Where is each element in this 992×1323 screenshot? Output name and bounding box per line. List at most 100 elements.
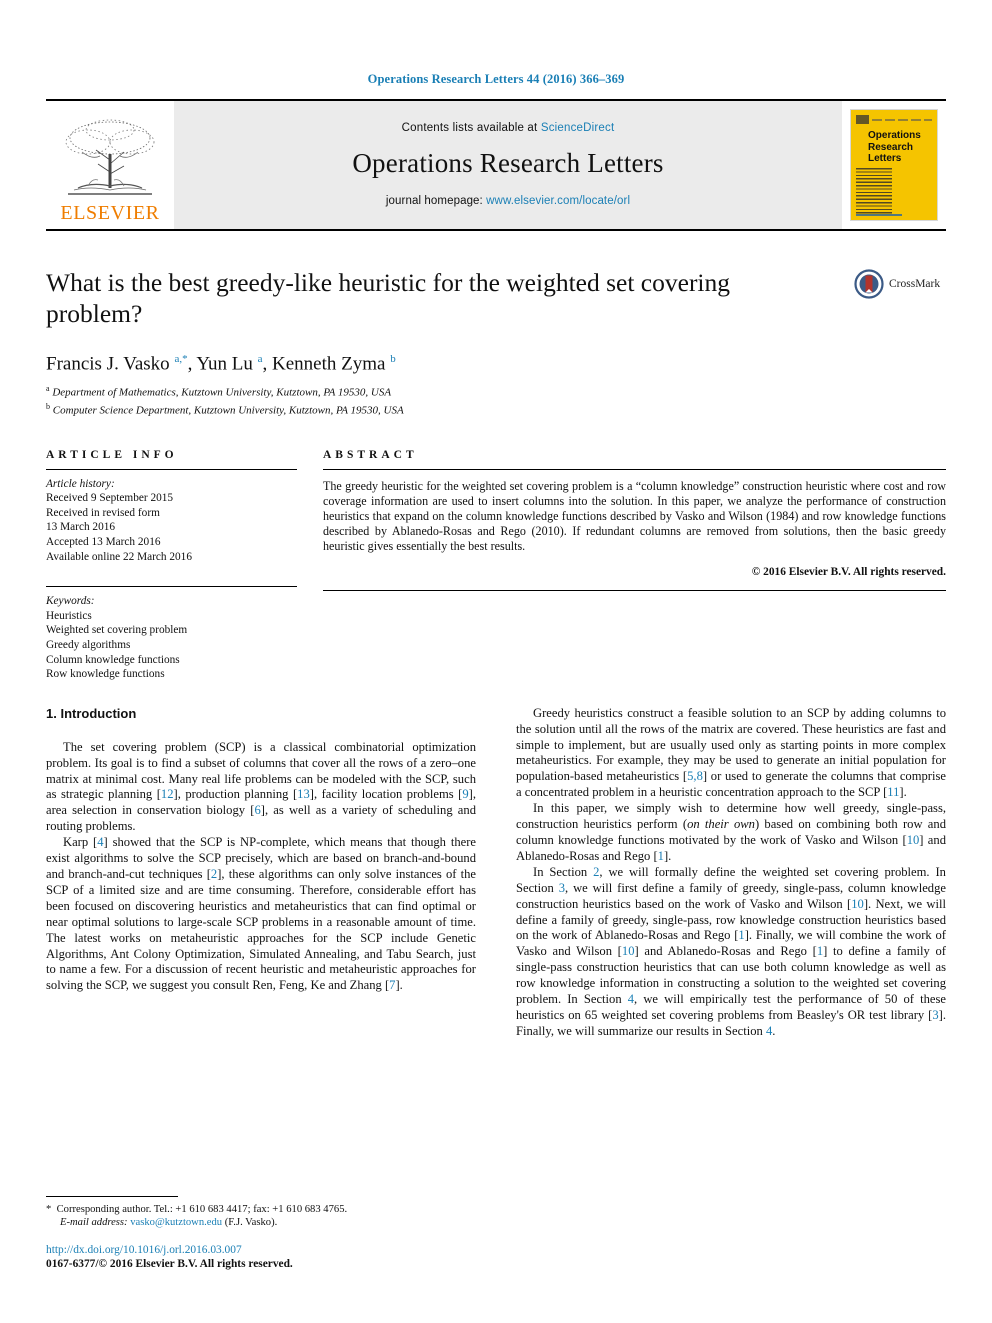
paragraph-text: . (772, 1023, 776, 1038)
abstract-heading: ABSTRACT (323, 448, 418, 461)
history-item: 13 March 2016 (46, 521, 116, 534)
citation-link[interactable]: 5,8 (687, 769, 703, 783)
cover-image: Operations Research Letters (851, 110, 937, 220)
right-paragraphs: Greedy heuristics construct a feasible s… (516, 706, 946, 1040)
keywords-list: Keywords: Heuristics Weighted set coveri… (46, 594, 297, 682)
cover-header-text (872, 118, 932, 121)
crossmark-label: CrossMark (889, 278, 941, 290)
citation-link[interactable]: 12 (161, 787, 174, 801)
cover-journal-name: Operations Research Letters (868, 130, 921, 165)
corresponding-author-note: * Corresponding author. Tel.: +1 610 683… (46, 1203, 456, 1217)
email-note: E-mail address: vasko@kutztown.edu (F.J.… (46, 1216, 456, 1230)
paper-page: Operations Research Letters 44 (2016) 36… (0, 0, 992, 1323)
abstract-column: ABSTRACT The greedy heuristic for the we… (323, 449, 946, 682)
keywords-rule (46, 586, 297, 588)
citation-link[interactable]: 13 (297, 787, 310, 801)
cover-title-line-3: Letters (868, 153, 902, 164)
body-paragraph: In Section 2, we will formally define th… (516, 865, 946, 1040)
paragraph-text: ], facility location problems [ (309, 787, 463, 802)
paragraph-text: ]. (663, 848, 672, 863)
paragraph-text: Karp [ (63, 835, 98, 850)
paragraph-text: ] and Ablanedo-Rosas and Rego [ (634, 944, 817, 959)
email-link[interactable]: vasko@kutztown.edu (130, 1217, 222, 1228)
title-block: What is the best greedy-like heuristic f… (46, 267, 946, 419)
body-paragraph: The set covering problem (SCP) is a clas… (46, 740, 476, 835)
article-info-rule (46, 468, 297, 470)
keyword-item: Weighted set covering problem (46, 624, 188, 637)
affiliation-a: a Department of Mathematics, Kutztown Un… (46, 382, 946, 400)
keyword-item: Heuristics (46, 609, 92, 622)
elsevier-wordmark: ELSEVIER (60, 202, 160, 224)
cover-topbar (856, 115, 932, 124)
affiliation-marker-a: a (46, 384, 50, 394)
abstract-text: The greedy heuristic for the weighted se… (323, 478, 946, 554)
history-item: Accepted 13 March 2016 (46, 536, 161, 549)
citation-link[interactable]: 11 (887, 785, 899, 799)
article-info-column: ARTICLE INFO Article history: Received 9… (46, 449, 297, 682)
citation-link[interactable]: 10 (907, 833, 920, 847)
journal-homepage-line: journal homepage: www.elsevier.com/locat… (386, 195, 630, 207)
email-suffix: (F.J. Vasko). (224, 1217, 278, 1229)
crossmark-badge[interactable]: CrossMark (854, 269, 946, 299)
footnote-area: * Corresponding author. Tel.: +1 610 683… (46, 1195, 456, 1271)
body-paragraph: Karp [4] showed that the SCP is NP-compl… (46, 835, 476, 994)
keyword-item: Row knowledge functions (46, 668, 165, 681)
abstract-end-rule (323, 589, 946, 591)
left-paragraphs: The set covering problem (SCP) is a clas… (46, 740, 476, 995)
cover-contents-lines (856, 168, 892, 214)
issn-copyright: 0167-6377/© 2016 Elsevier B.V. All right… (46, 1258, 293, 1270)
emphasis-text: on their own (687, 817, 755, 832)
article-history: Article history: Received 9 September 20… (46, 477, 297, 565)
cover-title-line-2: Research (868, 141, 914, 153)
doi-link[interactable]: http://dx.doi.org/10.1016/j.orl.2016.03.… (46, 1243, 456, 1257)
footnote-rule (46, 1195, 178, 1197)
body-paragraph: Greedy heuristics construct a feasible s… (516, 706, 946, 801)
article-info-heading: ARTICLE INFO (46, 448, 178, 461)
crossmark-icon (854, 269, 884, 299)
affiliation-b: b Computer Science Department, Kutztown … (46, 400, 946, 418)
body-column-left: 1. Introduction The set covering problem… (46, 706, 476, 1040)
running-head: Operations Research Letters 44 (2016) 36… (367, 72, 625, 86)
corresponding-marker: * (46, 1203, 52, 1215)
abstract-copyright: © 2016 Elsevier B.V. All rights reserved… (751, 565, 946, 578)
sciencedirect-link[interactable]: ScienceDirect (541, 122, 615, 134)
body-paragraph: In this paper, we simply wish to determi… (516, 801, 946, 865)
journal-homepage-link[interactable]: www.elsevier.com/locate/orl (486, 195, 630, 207)
homepage-prefix: journal homepage: (385, 194, 487, 207)
paragraph-text: In Section (533, 864, 594, 879)
elsevier-logo: ELSEVIER (46, 101, 174, 229)
contents-prefix: Contents lists available at (401, 121, 541, 134)
author-list: Francis J. Vasko a,*, Yun Lu a, Kenneth … (46, 353, 396, 375)
corresponding-author-text: Corresponding author. Tel.: +1 610 683 4… (56, 1203, 348, 1215)
cover-publisher-mark-icon (856, 115, 869, 124)
keywords-block: Keywords: Heuristics Weighted set coveri… (46, 586, 297, 682)
paragraph-text: ]. (395, 978, 403, 993)
page-title: What is the best greedy-like heuristic f… (46, 268, 731, 328)
history-item: Available online 22 March 2016 (46, 550, 192, 563)
affiliation-a-text: Department of Mathematics, Kutztown Univ… (52, 386, 392, 399)
paragraph-text: ], these algorithms can only solve insta… (46, 867, 477, 993)
citation-link[interactable]: 10 (851, 897, 864, 911)
journal-cover-thumbnail[interactable]: Operations Research Letters (842, 101, 946, 229)
body-column-right: Greedy heuristics construct a feasible s… (516, 706, 946, 1040)
masthead-center: Contents lists available at ScienceDirec… (174, 101, 842, 229)
section-title-introduction: 1. Introduction (46, 705, 137, 721)
keyword-item: Column knowledge functions (46, 653, 180, 666)
elsevier-tree-icon (65, 119, 155, 195)
keywords-label: Keywords: (46, 595, 95, 608)
keyword-item: Greedy algorithms (46, 638, 131, 651)
info-abstract-row: ARTICLE INFO Article history: Received 9… (46, 449, 946, 682)
citation-link[interactable]: 10 (622, 944, 635, 958)
email-label: E-mail address: (60, 1217, 128, 1229)
paragraph-text: ], production planning [ (173, 787, 298, 802)
article-history-label: Article history: (46, 477, 115, 490)
paragraph-text: ]. (899, 785, 907, 800)
abstract-rule (323, 468, 946, 470)
journal-title: Operations Research Letters (352, 147, 664, 178)
affiliation-marker-b: b (46, 402, 50, 412)
cover-title-line-1: Operations (868, 130, 921, 141)
affiliation-b-text: Computer Science Department, Kutztown Un… (52, 405, 404, 418)
history-item: Received 9 September 2015 (46, 492, 174, 505)
affiliations: a Department of Mathematics, Kutztown Un… (46, 382, 946, 418)
journal-masthead: ELSEVIER Contents lists available at Sci… (46, 99, 946, 231)
